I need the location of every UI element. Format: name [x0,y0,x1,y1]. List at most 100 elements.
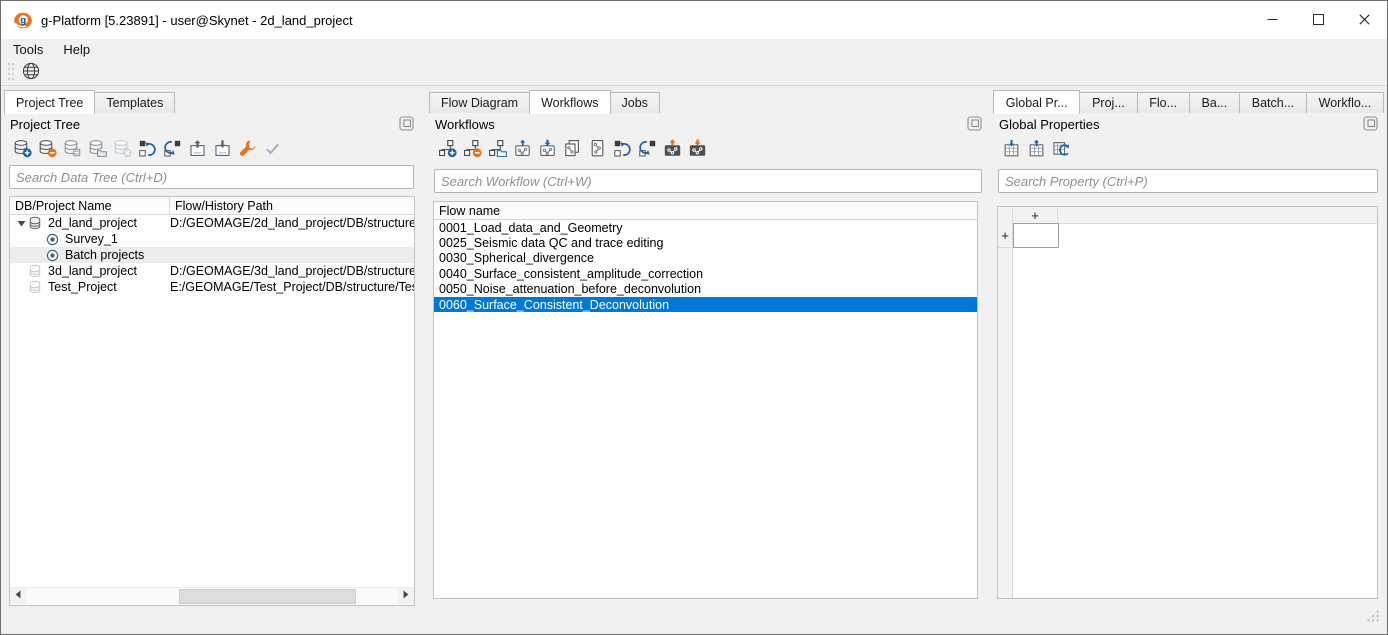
workflow-row-0050-noise-attenuation-before-deconvolution[interactable]: 0050_Noise_attenuation_before_deconvolut… [434,282,977,297]
expander-icon[interactable] [14,218,28,229]
project-tree-table: DB/Project Name Flow/History Path 2d_lan… [9,196,415,606]
workflows-panel-header: Workflows [429,113,987,136]
add-column-button[interactable]: + [1013,207,1058,223]
export-table-button[interactable] [1025,139,1047,161]
refresh-button[interactable] [136,139,158,161]
import-workflow-button[interactable] [511,139,533,161]
scrollbar-track[interactable] [27,588,397,605]
workflow-row-0030-spherical-divergence[interactable]: 0030_Spherical_divergence [434,251,977,266]
panel-title: Project Tree [10,117,80,132]
sync-button[interactable] [636,139,658,161]
search-data-tree-input[interactable] [9,165,414,189]
tab-workflows[interactable]: Workflows [529,90,610,114]
export-box-button[interactable] [211,139,233,161]
float-panel-button[interactable] [1361,115,1380,134]
tab-project-tree[interactable]: Project Tree [4,90,95,114]
sync-button[interactable] [161,139,183,161]
database-list-button[interactable] [61,139,83,161]
refresh-button[interactable] [611,139,633,161]
workflow-document-button[interactable] [586,139,608,161]
property-cell[interactable] [1013,223,1059,248]
float-panel-icon [966,115,983,135]
scroll-right-button[interactable] [397,588,414,604]
workflow-row-0025-seismic-data-qc-and-trace-editing[interactable]: 0025_Seismic data QC and trace editing [434,235,977,250]
right-tabbar: Global Pr...Proj...Flo...Ba...Batch...Wo… [993,89,1383,114]
tab-flow-diagram[interactable]: Flow Diagram [429,92,530,113]
maximize-icon [1313,13,1324,28]
property-grid: + + [997,206,1378,599]
tree-row-label: Survey_1 [65,232,118,246]
app-logo-icon: g [13,11,33,30]
tree-row-batch-projects[interactable]: Batch projects [10,247,414,263]
tree-cell-path: D:/GEOMAGE/3d_land_project/DB/structure/… [170,264,414,278]
workspace: Project TreeTemplates Project Tree DB/Pr… [1,86,1387,634]
menu-tools[interactable]: Tools [5,40,51,59]
import-box-button[interactable] [186,139,208,161]
add-workflow-button[interactable] [436,139,458,161]
export-workflow-button[interactable] [536,139,558,161]
column-header-flow-name[interactable]: Flow name [434,202,977,220]
repair-wrench-button[interactable] [236,139,258,161]
tree-row-test-project[interactable]: Test_ProjectE:/GEOMAGE/Test_Project/DB/s… [10,279,414,295]
open-database-button[interactable] [86,139,108,161]
workflow-document-icon [588,139,607,161]
export-archive-button[interactable] [686,139,708,161]
float-panel-button[interactable] [397,115,416,134]
tab-templates[interactable]: Templates [94,92,175,113]
tab-ba[interactable]: Ba... [1189,92,1240,113]
tree-table-header: DB/Project Name Flow/History Path [10,197,414,215]
tab-jobs[interactable]: Jobs [610,92,660,113]
close-database-button[interactable] [111,139,133,161]
sync-icon [163,139,182,161]
refresh-icon [138,139,157,161]
scroll-left-button[interactable] [10,588,27,604]
search-workflow-input[interactable] [434,169,982,193]
refresh-table-icon [1052,139,1071,161]
tree-row-2d-land-project[interactable]: 2d_land_projectD:/GEOMAGE/2d_land_projec… [10,215,414,231]
minimize-icon [1267,13,1278,28]
import-archive-button[interactable] [661,139,683,161]
menu-help[interactable]: Help [55,40,98,59]
column-header-db-project-name[interactable]: DB/Project Name [10,197,170,214]
refresh-table-button[interactable] [1050,139,1072,161]
tree-row-label: 3d_land_project [48,264,137,278]
maximize-button[interactable] [1295,1,1341,39]
add-database-button[interactable] [11,139,33,161]
search-property-input[interactable] [998,169,1378,193]
float-panel-button[interactable] [965,115,984,134]
import-table-button[interactable] [1000,139,1022,161]
workflow-row-0001-load-data-and-geometry[interactable]: 0001_Load_data_and_Geometry [434,220,977,235]
window-controls [1249,1,1387,39]
remove-database-button[interactable] [36,139,58,161]
tree-row-survey-1[interactable]: Survey_1 [10,231,414,247]
workflow-row-0040-surface-consistent-amplitude-correction[interactable]: 0040_Surface_consistent_amplitude_correc… [434,266,977,281]
tab-batch[interactable]: Batch... [1239,92,1307,113]
remove-workflow-button[interactable] [461,139,483,161]
repair-wrench-icon [238,139,257,161]
grid-row-header-column [998,223,1013,598]
tree-row-3d-land-project[interactable]: 3d_land_project D:/GEOMAGE/3d_land_projec… [10,263,414,279]
grid-corner-cell [998,207,1013,223]
globe-button[interactable] [19,60,43,84]
close-button[interactable] [1341,1,1387,39]
radio-icon [46,233,59,246]
tree-cell-name: Batch projects [10,248,170,262]
close-database-icon [113,139,132,161]
tab-workflo[interactable]: Workflo... [1306,92,1384,113]
validate-check-button[interactable] [261,139,283,161]
tab-global-pr[interactable]: Global Pr... [993,90,1080,114]
resize-grip[interactable] [1366,609,1380,628]
copy-workflow-button[interactable] [561,139,583,161]
workflow-row-0060-surface-consistent-deconvolution[interactable]: 0060_Surface_Consistent_Deconvolution [434,297,977,312]
column-header-flow-history-path[interactable]: Flow/History Path [170,199,414,213]
open-workflow-button[interactable] [486,139,508,161]
minimize-button[interactable] [1249,1,1295,39]
add-row-button[interactable]: + [998,223,1013,248]
toolbar-drag-handle[interactable] [7,61,15,83]
tab-flo[interactable]: Flo... [1137,92,1190,113]
app-window: g g-Platform [5.23891] - user@Skynet - 2… [0,0,1388,635]
workflow-list: Flow name 0001_Load_data_and_Geometry002… [433,201,978,599]
project-tree-panel-header: Project Tree [4,113,419,136]
scrollbar-thumb[interactable] [179,589,357,604]
tab-proj[interactable]: Proj... [1079,92,1137,113]
